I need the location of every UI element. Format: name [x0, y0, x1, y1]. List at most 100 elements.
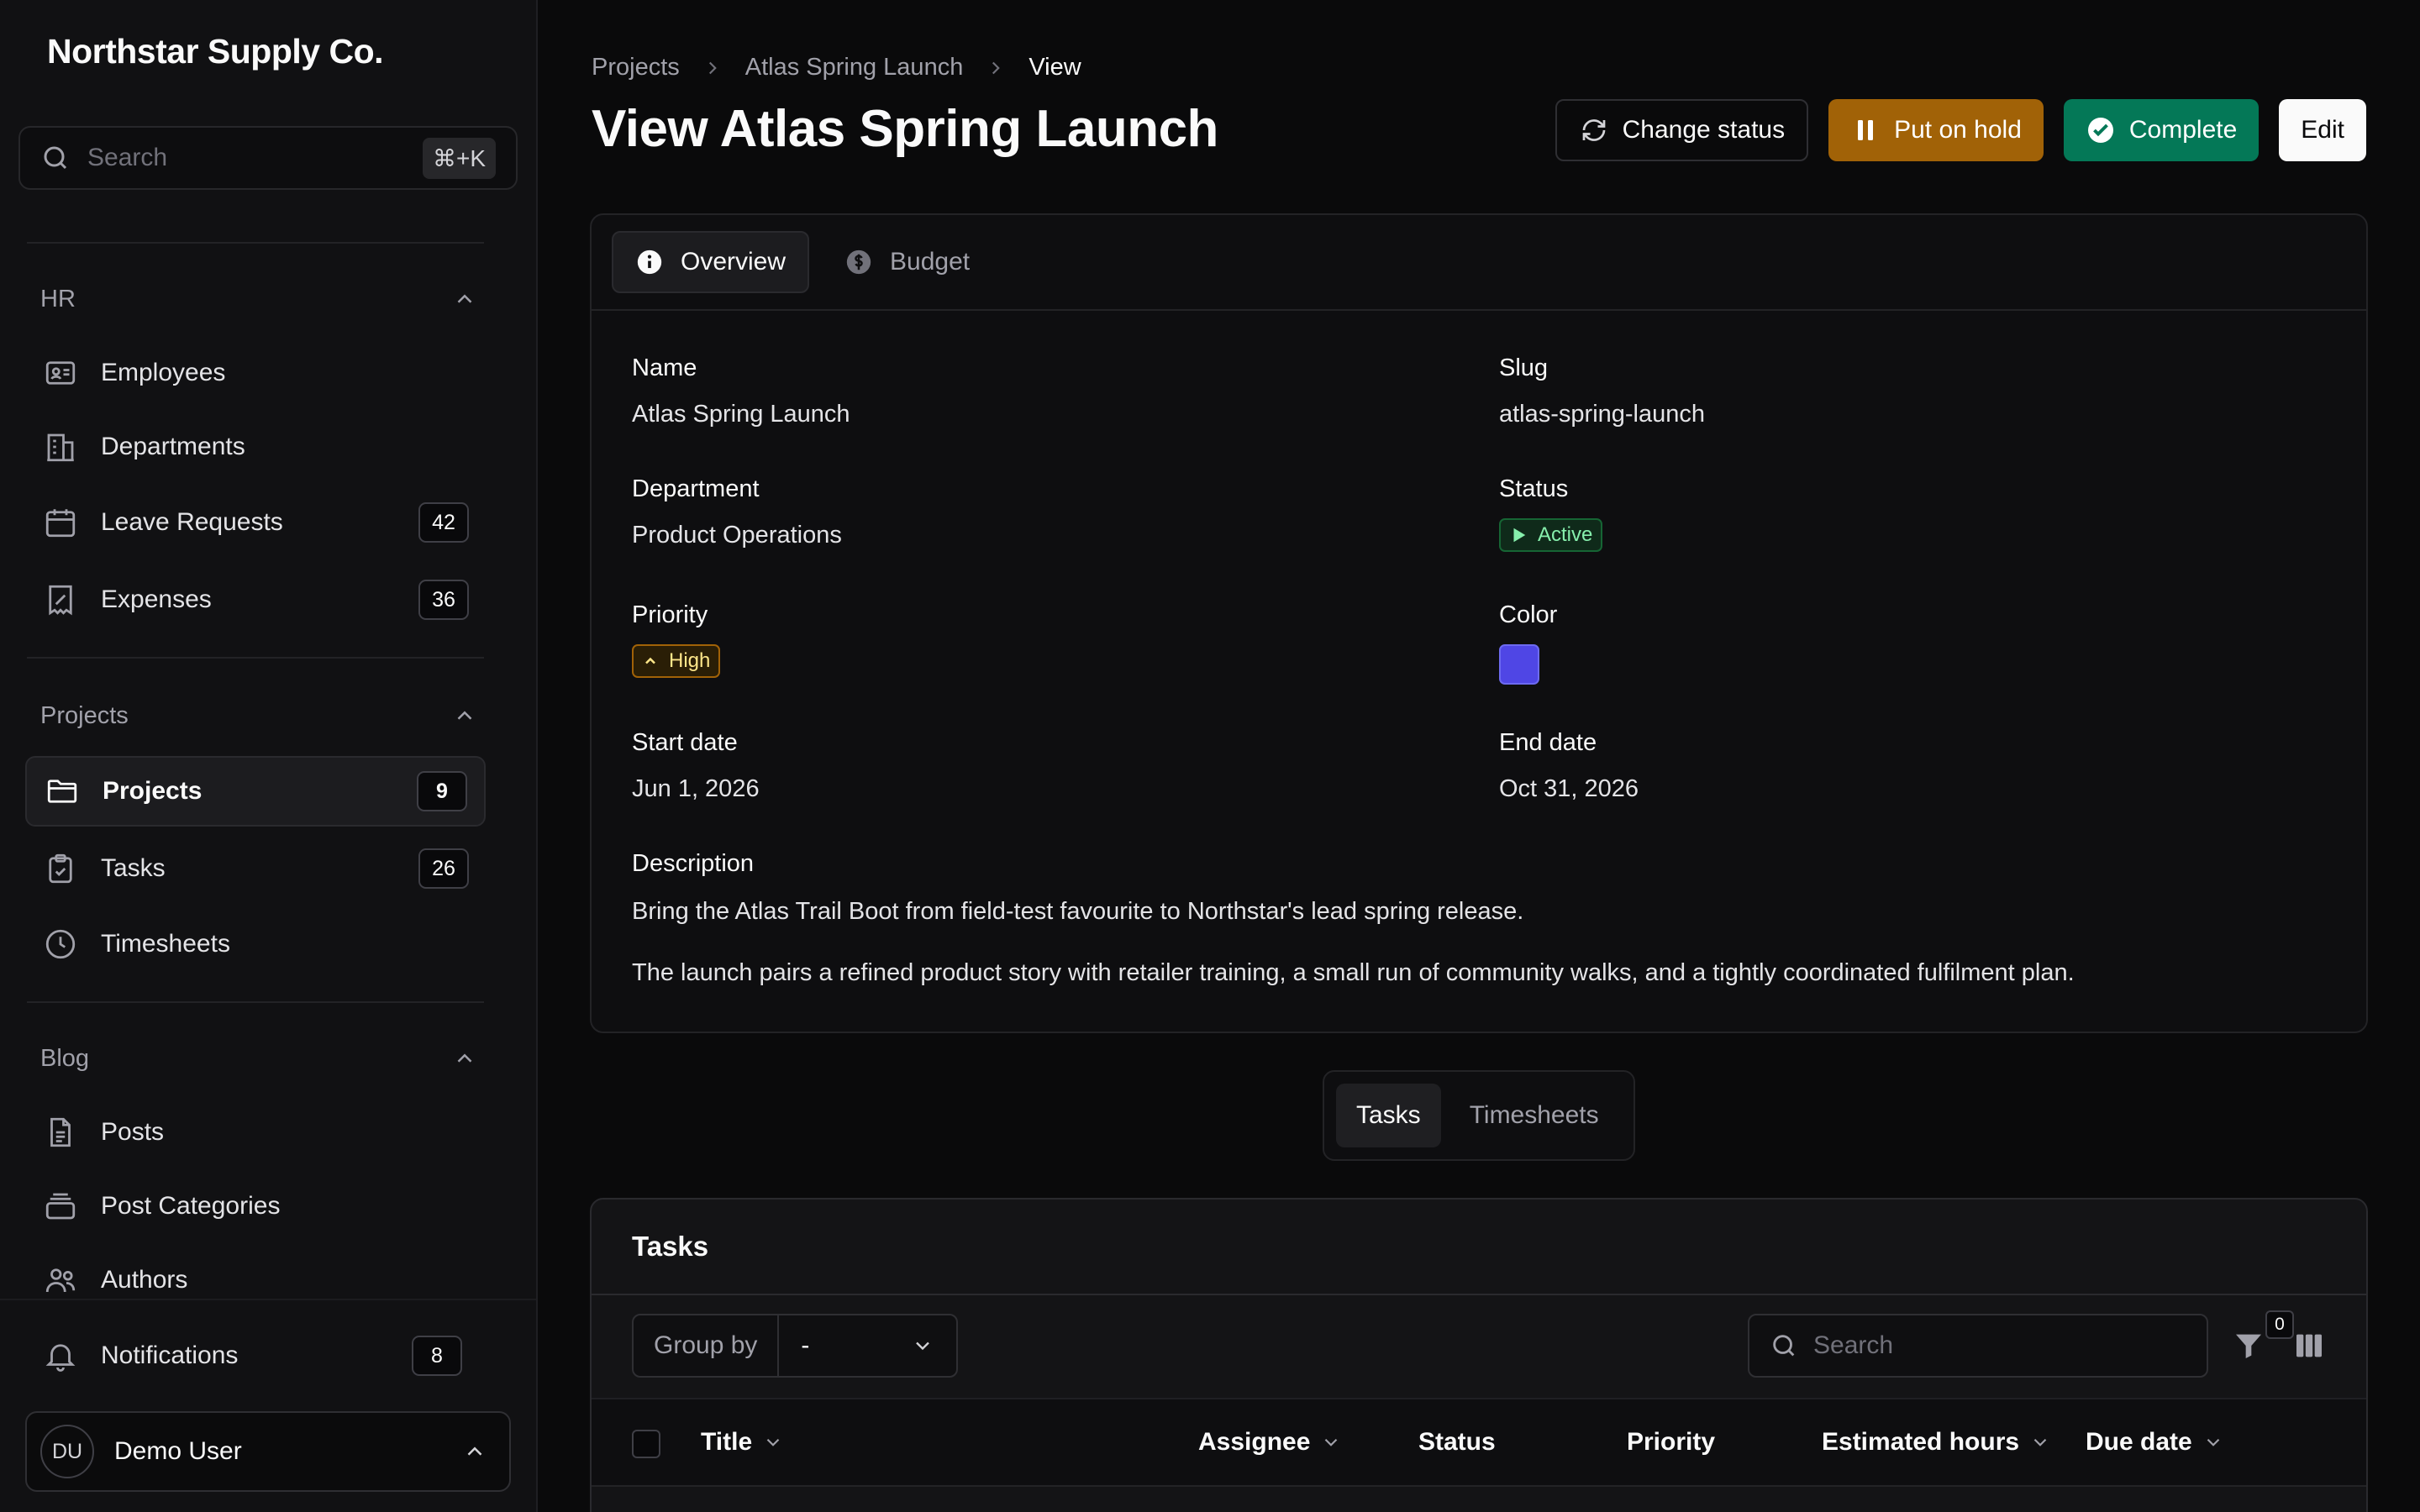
group-by-select[interactable]: Group by - [632, 1314, 958, 1378]
count-badge: 42 [418, 502, 469, 543]
play-icon [1513, 528, 1526, 543]
count-badge: 26 [418, 848, 469, 889]
sidebar-item-label: Notifications [101, 1341, 239, 1369]
nav-group-label: Projects [40, 701, 129, 729]
chevron-down-icon [2033, 1438, 2047, 1446]
search-shortcut: ⌘+K [422, 137, 496, 179]
folder-icon [47, 780, 77, 803]
chevron-right-icon [708, 61, 717, 74]
clipboard-check-icon [49, 853, 72, 884]
sidebar-item-leave-requests[interactable]: Leave Requests 42 [25, 487, 486, 558]
breadcrumb-link-projects[interactable]: Projects [592, 54, 680, 81]
filter-icon[interactable] [2232, 1329, 2265, 1362]
sidebar-item-label: Authors [101, 1266, 188, 1294]
field-value: Jun 1, 2026 [632, 775, 760, 802]
columns-icon[interactable] [2292, 1329, 2326, 1362]
sidebar-item-posts[interactable]: Posts [25, 1097, 486, 1168]
field-start-date: Start date Jun 1, 2026 [632, 729, 760, 803]
edit-button[interactable]: Edit [2279, 99, 2366, 161]
tab-tasks[interactable]: Tasks [1336, 1084, 1441, 1147]
column-header-due-date[interactable]: Due date [2086, 1399, 2224, 1485]
nav-group-projects[interactable]: Projects [40, 697, 477, 734]
change-status-button[interactable]: Change status [1555, 99, 1809, 161]
search-placeholder: Search [1813, 1331, 1894, 1359]
user-menu[interactable]: DU Demo User [25, 1411, 511, 1492]
nav-group-label: Blog [40, 1044, 90, 1072]
nav-group-hr[interactable]: HR [40, 281, 477, 318]
clock-icon [45, 929, 76, 959]
tab-overview[interactable]: Overview [612, 231, 810, 293]
priority-badge: High [632, 644, 721, 678]
column-header-assignee[interactable]: Assignee [1198, 1399, 1342, 1485]
divider [27, 242, 484, 244]
chevron-down-icon [1325, 1438, 1338, 1446]
check-circle-icon [2087, 118, 2113, 143]
sidebar-item-timesheets[interactable]: Timesheets [25, 909, 486, 979]
sidebar-item-authors[interactable]: Authors [25, 1245, 486, 1315]
field-department: Department Product Operations [632, 475, 842, 549]
project-details-card: Overview Budget Name Atlas Spring Launch… [590, 213, 2368, 1033]
sidebar-item-departments[interactable]: Departments [25, 412, 486, 482]
field-label: Description [632, 850, 755, 877]
field-value: Atlas Spring Launch [632, 401, 850, 428]
complete-button[interactable]: Complete [2063, 99, 2260, 161]
priority-badge-label: High [669, 649, 711, 672]
sidebar-item-label: Expenses [101, 585, 212, 613]
stack-icon [45, 1193, 76, 1220]
field-description: Description Bring the Atlas Trail Boot f… [632, 850, 2075, 987]
button-label: Complete [2128, 116, 2238, 144]
table-toolbar: Group by - Search 0 [592, 1295, 2366, 1398]
search-icon [1773, 1335, 1795, 1357]
field-label: Name [632, 354, 697, 381]
receipt-icon [49, 585, 72, 616]
sidebar-item-label: Departments [101, 433, 245, 460]
count-badge: 8 [412, 1336, 462, 1376]
column-header-estimated-hours[interactable]: Estimated hours [1822, 1399, 2051, 1485]
column-label: Estimated hours [1822, 1428, 2020, 1456]
table-search-input[interactable]: Search [1748, 1314, 2208, 1378]
group-by-label: Group by [634, 1315, 780, 1376]
field-status: Status Active [1499, 475, 1603, 552]
divider [0, 1299, 536, 1300]
field-label: Priority [632, 601, 708, 628]
count-badge: 9 [417, 771, 467, 811]
column-label: Priority [1627, 1428, 1716, 1456]
sidebar-item-projects[interactable]: Projects 9 [25, 756, 486, 827]
chevron-up-icon [467, 1446, 482, 1456]
field-priority: Priority High [632, 601, 721, 678]
chevron-down-icon [766, 1438, 780, 1446]
nav-group-blog[interactable]: Blog [40, 1040, 477, 1077]
sidebar-item-post-categories[interactable]: Post Categories [25, 1171, 486, 1242]
sidebar-item-expenses[interactable]: Expenses 36 [25, 564, 486, 635]
sidebar-search[interactable]: Search ⌘+K [18, 126, 518, 190]
header-actions: Change status Put on hold Complete Edit [1555, 99, 2366, 161]
tab-label: Overview [681, 248, 786, 276]
select-all-checkbox[interactable] [632, 1430, 660, 1458]
sidebar: Northstar Supply Co. Search ⌘+K HR Emplo… [0, 0, 538, 1512]
field-label: Start date [632, 729, 738, 756]
sidebar-item-label: Tasks [101, 854, 166, 882]
id-card-icon [45, 361, 76, 385]
put-on-hold-button[interactable]: Put on hold [1828, 99, 2044, 161]
column-label: Due date [2086, 1428, 2192, 1456]
field-value: Oct 31, 2026 [1499, 775, 1639, 802]
table-header-row: Title Assignee Status Priority Estimated… [592, 1398, 2366, 1487]
button-label: Edit [2301, 116, 2344, 144]
column-header-title[interactable]: Title [701, 1399, 784, 1485]
chevron-right-icon [992, 61, 1001, 74]
status-badge-label: Active [1538, 523, 1593, 546]
calendar-icon [45, 509, 76, 538]
tab-label: Budget [890, 248, 971, 276]
sidebar-item-employees[interactable]: Employees [25, 338, 486, 408]
column-label: Assignee [1198, 1428, 1311, 1456]
field-slug: Slug atlas-spring-launch [1499, 354, 1705, 428]
breadcrumb-link-project[interactable]: Atlas Spring Launch [745, 54, 964, 81]
sidebar-item-tasks[interactable]: Tasks 26 [25, 833, 486, 904]
currency-icon [846, 249, 871, 275]
brand-name[interactable]: Northstar Supply Co. [47, 32, 384, 71]
tab-timesheets[interactable]: Timesheets [1449, 1084, 1619, 1147]
detail-tabs: Overview Budget [592, 215, 2366, 311]
sidebar-item-label: Timesheets [101, 930, 230, 958]
tab-budget[interactable]: Budget [823, 231, 992, 293]
sidebar-item-notifications[interactable]: Notifications 8 [25, 1320, 486, 1391]
